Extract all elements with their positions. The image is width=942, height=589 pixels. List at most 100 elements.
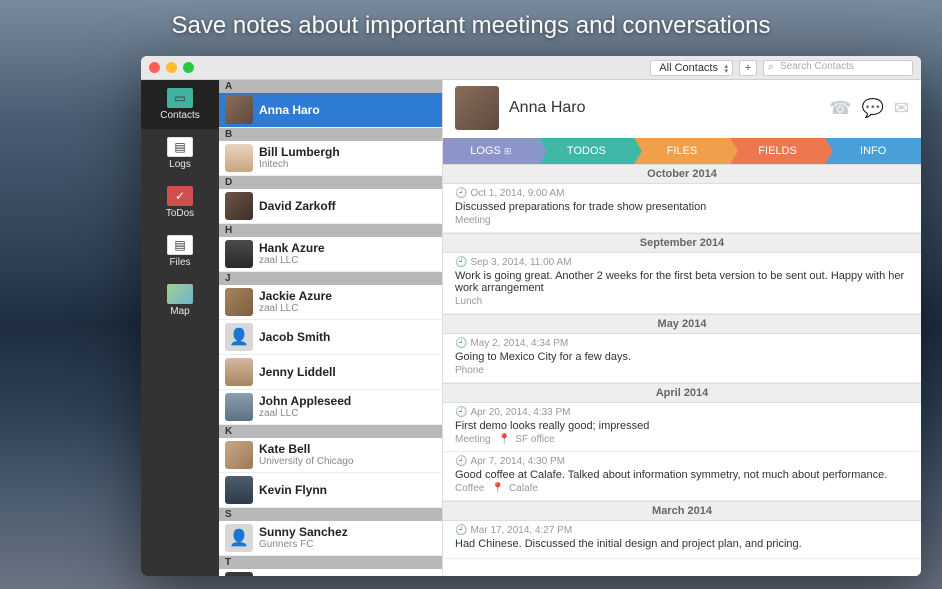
contact-name: Anna Haro	[259, 103, 320, 117]
sidebar-label: Logs	[169, 159, 191, 170]
log-list[interactable]: October 2014🕘 Oct 1, 2014, 9:00 AMDiscus…	[443, 164, 921, 576]
clock-icon: 🕘	[455, 407, 467, 418]
month-header: May 2014	[443, 314, 921, 334]
entry-time: 🕘 Mar 17, 2014, 4:27 PM	[455, 525, 909, 536]
log-entry[interactable]: 🕘 Apr 7, 2014, 4:30 PM Good coffee at Cal…	[443, 452, 921, 501]
sidebar-item-contacts[interactable]: ▭ Contacts	[141, 80, 219, 129]
log-entry[interactable]: 🕘 Oct 1, 2014, 9:00 AM Discussed preparat…	[443, 184, 921, 233]
section-header: B	[219, 128, 442, 141]
add-button[interactable]: +	[739, 60, 757, 76]
entry-time: 🕘 Apr 7, 2014, 4:30 PM	[455, 456, 909, 467]
pin-icon: 📍	[498, 434, 510, 445]
section-header: D	[219, 176, 442, 189]
entry-tag: Meeting	[455, 215, 909, 226]
contact-name: Bill Lumbergh	[259, 145, 340, 159]
chevron-updown-icon: ▴▾	[724, 64, 728, 74]
sidebar: ▭ Contacts ▤ Logs ✓ ToDos ▤Files Map	[141, 80, 219, 576]
clock-icon: 🕘	[455, 525, 467, 536]
entry-tag: Phone	[455, 365, 909, 376]
logs-icon: ▤	[167, 137, 193, 157]
contact-name: John Appleseed	[259, 394, 351, 408]
banner-text: Save notes about important meetings and …	[0, 0, 942, 58]
contact-name: Jenny Liddell	[259, 365, 336, 379]
sidebar-label: ToDos	[166, 208, 194, 219]
section-header: J	[219, 272, 442, 285]
phone-icon[interactable]: ☎	[829, 98, 851, 119]
contact-subtitle: zaal LLC	[259, 255, 325, 267]
contact-row[interactable]: Bill LumberghInitech	[219, 141, 442, 176]
titlebar: All Contacts▴▾ + Search Contacts	[141, 56, 921, 80]
mail-icon[interactable]: ✉	[894, 98, 909, 119]
log-entry[interactable]: 🕘 Sep 3, 2014, 11:00 AMWork is going gre…	[443, 253, 921, 314]
section-header: K	[219, 425, 442, 438]
avatar: 👤	[225, 323, 253, 351]
detail-tabs: LOGS⊞ TODOS FILES FIELDS INFO	[443, 138, 921, 164]
section-header: T	[219, 556, 442, 569]
contact-row[interactable]: Jackie Azurezaal LLC	[219, 285, 442, 320]
avatar	[225, 476, 253, 504]
entry-text: Good coffee at Calafe. Talked about info…	[455, 469, 909, 481]
search-input[interactable]: Search Contacts	[763, 60, 913, 76]
sidebar-label: Map	[170, 306, 189, 317]
contacts-icon: ▭	[167, 88, 193, 108]
contact-row[interactable]: Anna Haro	[219, 93, 442, 128]
clock-icon: 🕘	[455, 257, 467, 268]
sidebar-item-logs[interactable]: ▤ Logs	[141, 129, 219, 178]
close-dot[interactable]	[149, 62, 160, 73]
tab-fields[interactable]: FIELDS	[730, 138, 826, 164]
contact-list[interactable]: AAnna HaroBBill LumberghInitechDDavid Za…	[219, 80, 443, 576]
avatar	[225, 441, 253, 469]
entry-tag: Lunch	[455, 296, 909, 307]
sidebar-item-map[interactable]: Map	[141, 276, 219, 325]
log-entry[interactable]: 🕘 May 2, 2014, 4:34 PMGoing to Mexico Ci…	[443, 334, 921, 383]
contact-row[interactable]: Kate BellUniversity of Chicago	[219, 438, 442, 473]
zoom-dot[interactable]	[183, 62, 194, 73]
filter-dropdown[interactable]: All Contacts▴▾	[650, 60, 733, 76]
avatar	[225, 192, 253, 220]
plus-icon: ⊞	[504, 146, 512, 157]
contact-subtitle: Initech	[259, 159, 340, 171]
contact-name: Kate Bell	[259, 442, 353, 456]
log-entry[interactable]: 🕘 Mar 17, 2014, 4:27 PM Had Chinese. Disc…	[443, 521, 921, 559]
contact-row[interactable]: Jenny Liddell	[219, 355, 442, 390]
log-entry[interactable]: 🕘 Apr 20, 2014, 4:33 PMFirst demo looks …	[443, 403, 921, 452]
sidebar-label: Contacts	[160, 110, 199, 121]
month-header: April 2014	[443, 383, 921, 403]
section-header: S	[219, 508, 442, 521]
contact-subtitle: zaal LLC	[259, 408, 351, 420]
contact-row[interactable]: 👤Sunny SanchezGunners FC	[219, 521, 442, 556]
todos-icon: ✓	[167, 186, 193, 206]
contact-row[interactable]: Hank Azurezaal LLC	[219, 237, 442, 272]
entry-time: 🕘 Oct 1, 2014, 9:00 AM	[455, 188, 909, 199]
chat-icon[interactable]: 💬	[861, 98, 883, 119]
avatar	[225, 96, 253, 124]
avatar	[225, 393, 253, 421]
entry-text: Discussed preparations for trade show pr…	[455, 201, 909, 213]
files-icon: ▤	[167, 235, 193, 255]
contact-subtitle: zaal LLC	[259, 303, 332, 315]
sidebar-item-files[interactable]: ▤Files	[141, 227, 219, 276]
contact-row[interactable]: Kevin Flynn	[219, 473, 442, 508]
entry-time: 🕘 May 2, 2014, 4:34 PM	[455, 338, 909, 349]
entry-tag: Coffee 📍 Calafe	[455, 483, 909, 494]
contact-row[interactable]: 👤Jacob Smith	[219, 320, 442, 355]
contact-name: Sunny Sanchez	[259, 525, 348, 539]
minimize-dot[interactable]	[166, 62, 177, 73]
section-header: A	[219, 80, 442, 93]
contact-row[interactable]: David Zarkoff	[219, 189, 442, 224]
tab-files[interactable]: FILES	[634, 138, 730, 164]
tab-todos[interactable]: TODOS	[539, 138, 635, 164]
contact-name-heading: Anna Haro	[509, 99, 819, 117]
contact-row[interactable]: Thomas Anderson	[219, 569, 442, 576]
entry-time: 🕘 Sep 3, 2014, 11:00 AM	[455, 257, 909, 268]
tab-logs[interactable]: LOGS⊞	[443, 138, 539, 164]
clock-icon: 🕘	[455, 338, 467, 349]
tab-info[interactable]: INFO	[825, 138, 921, 164]
contact-row[interactable]: John Appleseedzaal LLC	[219, 390, 442, 425]
avatar	[225, 144, 253, 172]
app-window: All Contacts▴▾ + Search Contacts ▭ Contac…	[141, 56, 921, 576]
entry-text: Had Chinese. Discussed the initial desig…	[455, 538, 909, 550]
sidebar-item-todos[interactable]: ✓ ToDos	[141, 178, 219, 227]
avatar: 👤	[225, 524, 253, 552]
month-header: March 2014	[443, 501, 921, 521]
